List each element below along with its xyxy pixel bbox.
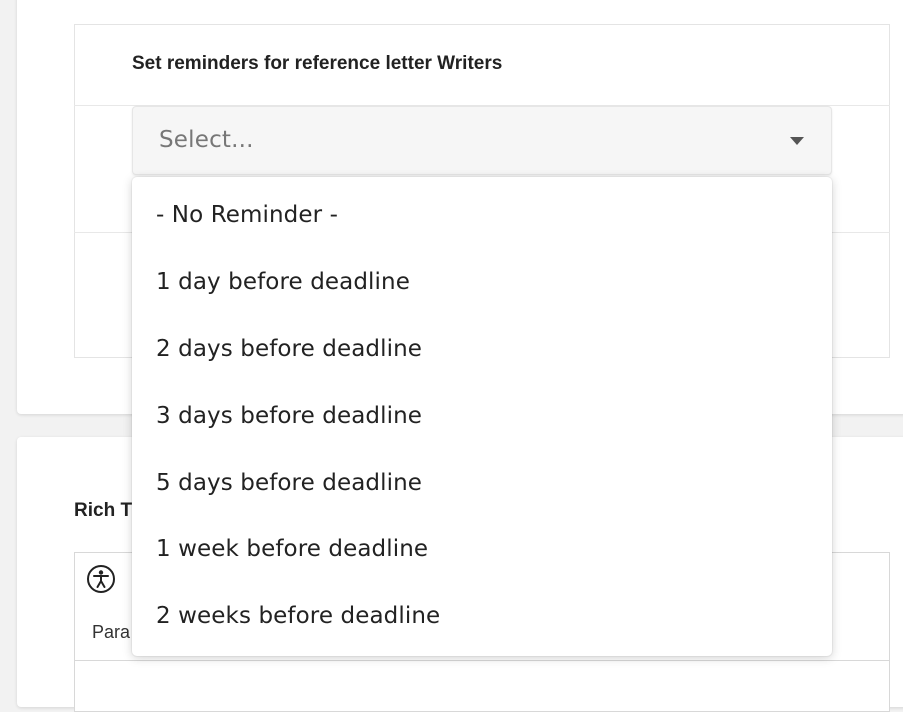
chevron-down-icon[interactable] xyxy=(790,137,804,145)
paragraph-format-label[interactable]: Para xyxy=(92,622,130,643)
select-placeholder: Select... xyxy=(159,127,254,153)
accessibility-icon[interactable] xyxy=(86,564,116,594)
editor-toolbar-divider xyxy=(74,660,890,661)
option-3-days[interactable]: 3 days before deadline xyxy=(132,382,832,449)
reminder-dropdown-menu: - No Reminder - 1 day before deadline 2 … xyxy=(132,177,832,656)
reminder-field-label: Set reminders for reference letter Write… xyxy=(132,53,503,74)
option-1-week[interactable]: 1 week before deadline xyxy=(132,516,832,583)
option-2-weeks[interactable]: 2 weeks before deadline xyxy=(132,583,832,650)
option-5-days[interactable]: 5 days before deadline xyxy=(132,449,832,516)
option-no-reminder[interactable]: - No Reminder - xyxy=(132,182,832,249)
reminder-select[interactable]: Select... xyxy=(132,106,832,175)
rich-text-label: Rich T xyxy=(74,500,133,521)
option-1-day[interactable]: 1 day before deadline xyxy=(132,249,832,316)
option-2-days[interactable]: 2 days before deadline xyxy=(132,316,832,383)
